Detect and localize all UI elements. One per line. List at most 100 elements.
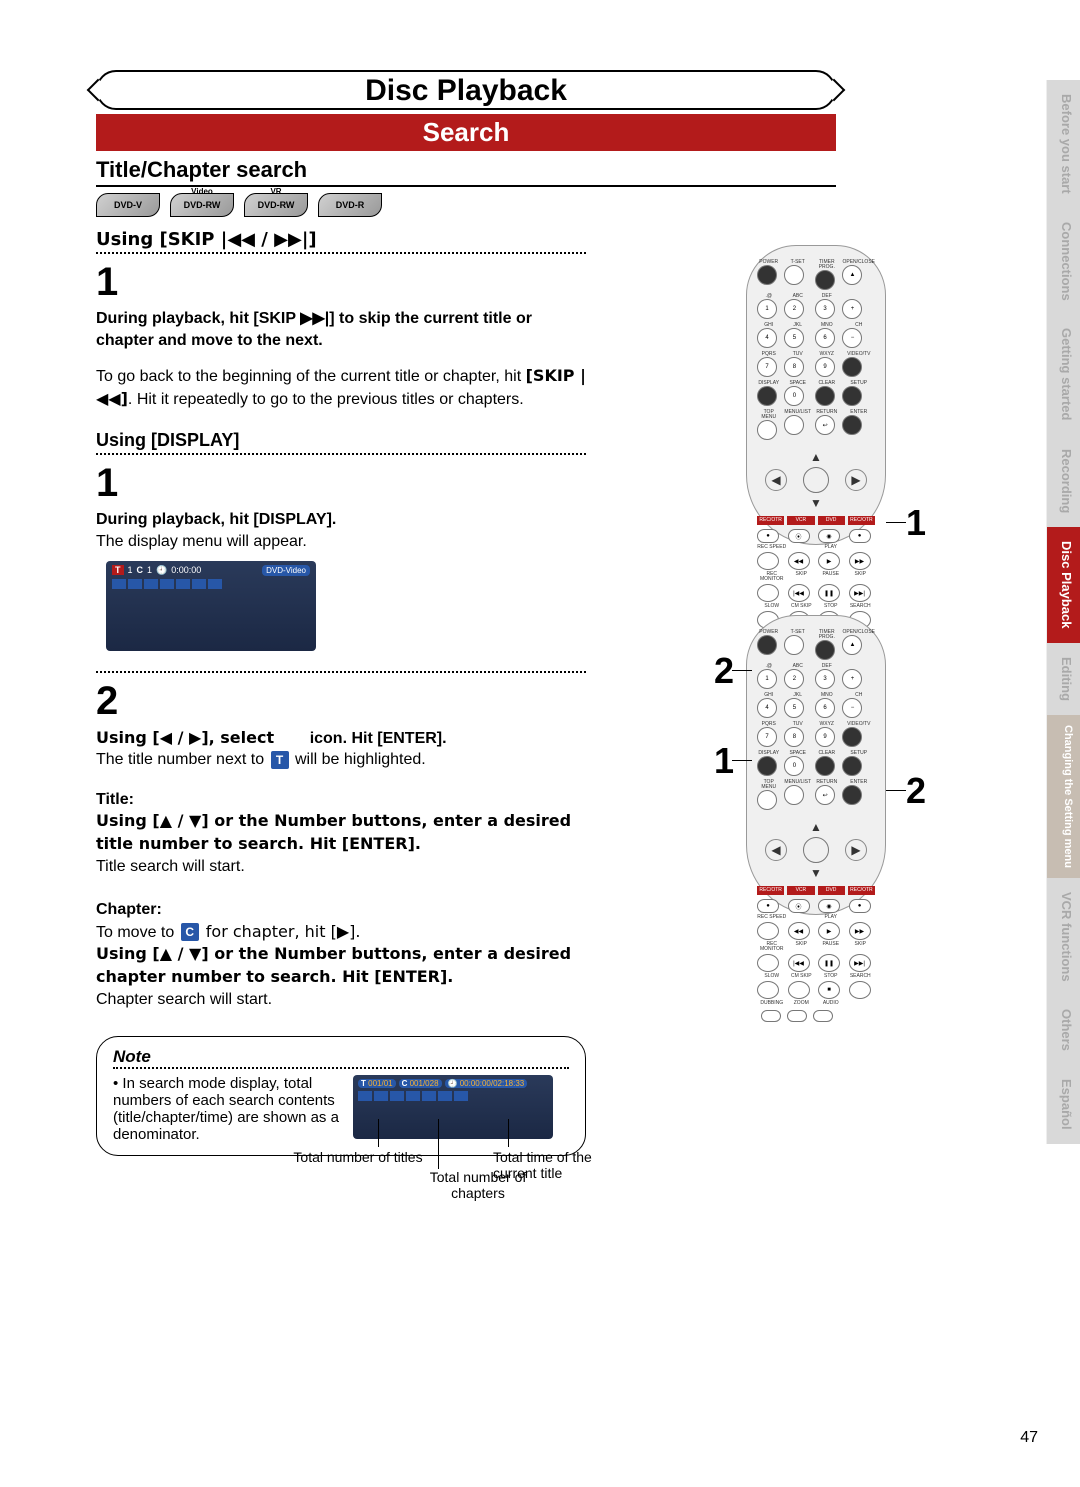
side-tabs: Before you startConnectionsGetting start…: [1046, 80, 1080, 1144]
num-0[interactable]: 0: [784, 386, 804, 406]
side-tab-before-you-start[interactable]: Before you start: [1046, 80, 1080, 208]
side-tab-vcr-functions[interactable]: VCR functions: [1046, 878, 1080, 996]
video-tv[interactable]: [842, 357, 862, 377]
remote-top: POWER T-SET TIMER PROG. OPEN/CLOSE▲ .@1 …: [746, 245, 886, 545]
side-tab-editing[interactable]: Editing: [1046, 643, 1080, 715]
clear-button[interactable]: [815, 386, 835, 406]
return-button[interactable]: ↩: [815, 415, 835, 435]
osd-clock: 0:00:00: [171, 565, 201, 575]
divider: [96, 671, 586, 673]
step-number: 1: [96, 262, 118, 302]
ff-button[interactable]: ▶▶: [849, 552, 871, 570]
display-step1-bold: During playback, hit [DISPLAY].: [96, 511, 336, 528]
ch-up[interactable]: +: [842, 299, 862, 319]
skip-fwd-button[interactable]: ▶▶|: [849, 584, 871, 602]
display-step2-a: Using [◀ / ▶], select: [96, 728, 274, 747]
num-8[interactable]: 8: [784, 357, 804, 377]
dvd-button[interactable]: ◉: [818, 529, 840, 543]
page-number: 47: [1020, 1429, 1038, 1447]
label-total-titles: Total number of titles: [293, 1149, 423, 1165]
side-tab-disc-playback[interactable]: Disc Playback: [1046, 527, 1080, 642]
tset-button[interactable]: [784, 265, 804, 285]
divider: [113, 1067, 569, 1069]
divider: [96, 252, 586, 254]
disc-badges: DVD-V VideoDVD-RW VRDVD-RW DVD-R: [96, 193, 586, 217]
dpad-down[interactable]: ▼: [810, 496, 822, 510]
recmonitor-button[interactable]: [757, 584, 779, 602]
side-tab-connections[interactable]: Connections: [1046, 208, 1080, 315]
using-skip-heading: Using [SKIP |◀◀ / ▶▶|]: [96, 229, 586, 250]
side-tab-español[interactable]: Español: [1046, 1065, 1080, 1144]
num-6[interactable]: 6: [815, 328, 835, 348]
badge-dvd-v: DVD-V: [96, 193, 160, 217]
display-button[interactable]: [757, 756, 777, 776]
num-1[interactable]: 1: [757, 299, 777, 319]
skip-instruction: During playback, hit [SKIP ▶▶|] to skip …: [96, 310, 532, 349]
dpad-center[interactable]: [803, 837, 829, 863]
section-title: Title/Chapter search: [96, 157, 836, 187]
enter-button[interactable]: [842, 415, 862, 435]
recspeed-button[interactable]: [757, 552, 779, 570]
callout-2: 2: [906, 770, 926, 812]
setup-button[interactable]: [842, 386, 862, 406]
dpad-left[interactable]: ◀: [765, 469, 787, 491]
dpad: ◀ ▶ ▲ ▼: [757, 450, 875, 510]
power-button[interactable]: [757, 635, 777, 655]
num-2[interactable]: 2: [784, 299, 804, 319]
osd-note-menu: T 001/01 C 001/028 🕘 00:00:00/02:18:33: [353, 1075, 553, 1139]
search-heading: Search: [96, 114, 836, 151]
open-close-button[interactable]: ▲: [842, 265, 862, 285]
num-3[interactable]: 3: [815, 299, 835, 319]
osd-t-val: 1: [128, 565, 133, 575]
num-5[interactable]: 5: [784, 328, 804, 348]
osd-c-label: C: [137, 565, 144, 575]
display-button[interactable]: [757, 386, 777, 406]
c-chip-icon: C: [181, 923, 199, 941]
dpad-up[interactable]: ▲: [810, 820, 822, 834]
enter-button[interactable]: [842, 785, 862, 805]
dpad-up[interactable]: ▲: [810, 450, 822, 464]
step-number: 2: [96, 681, 118, 721]
dpad-left[interactable]: ◀: [765, 839, 787, 861]
dpad-right[interactable]: ▶: [845, 839, 867, 861]
mode-row: REC/OTR VCR DVD REC/OTR: [747, 514, 885, 527]
ch-down[interactable]: −: [842, 328, 862, 348]
skip-back-text-a: To go back to the beginning of the curre…: [96, 368, 526, 385]
chapter-move-a: To move to: [96, 924, 179, 941]
dpad-center[interactable]: [803, 467, 829, 493]
vcr-button[interactable]: ⦿: [788, 529, 810, 543]
note-box: Note • In search mode display, total num…: [96, 1036, 586, 1156]
callout-1: 1: [906, 502, 926, 544]
play-button[interactable]: ▶: [818, 552, 840, 570]
skip-back-text-b: . Hit it repeatedly to go to the previou…: [128, 391, 524, 408]
side-tab-getting-started[interactable]: Getting started: [1046, 314, 1080, 434]
topmenu-button[interactable]: [757, 420, 777, 440]
num-4[interactable]: 4: [757, 328, 777, 348]
side-tab-recording[interactable]: Recording: [1046, 435, 1080, 527]
rec-button[interactable]: ●: [757, 529, 779, 543]
rew-button[interactable]: ◀◀: [788, 552, 810, 570]
t-chip-icon: T: [271, 751, 289, 769]
osd-t-label: T: [112, 565, 124, 575]
chapter-label: Chapter:: [96, 901, 162, 918]
skip-back-button[interactable]: |◀◀: [788, 584, 810, 602]
menulist-button[interactable]: [784, 415, 804, 435]
dpad-down[interactable]: ▼: [810, 866, 822, 880]
badge-dvd-rw-vr: VRDVD-RW: [244, 193, 308, 217]
rec2-button[interactable]: ●: [849, 529, 871, 543]
title-label: Title:: [96, 791, 134, 808]
page-title-banner: Disc Playback: [96, 70, 836, 110]
side-tab-others[interactable]: Others: [1046, 995, 1080, 1065]
remote-bottom: POWER T-SET TIMER PROG. OPEN/CLOSE▲ .@1 …: [746, 615, 886, 915]
divider: [96, 453, 586, 455]
num-9[interactable]: 9: [815, 357, 835, 377]
callout-1: 1: [714, 740, 734, 782]
power-button[interactable]: [757, 265, 777, 285]
title-search-plain: Title search will start.: [96, 858, 245, 875]
note-title: Note: [113, 1047, 569, 1067]
timer-button[interactable]: [815, 270, 835, 290]
dpad-right[interactable]: ▶: [845, 469, 867, 491]
side-tab-changing-the-setting-menu[interactable]: Changing the Setting menu: [1046, 715, 1080, 878]
num-7[interactable]: 7: [757, 357, 777, 377]
pause-button[interactable]: ❚❚: [818, 584, 840, 602]
